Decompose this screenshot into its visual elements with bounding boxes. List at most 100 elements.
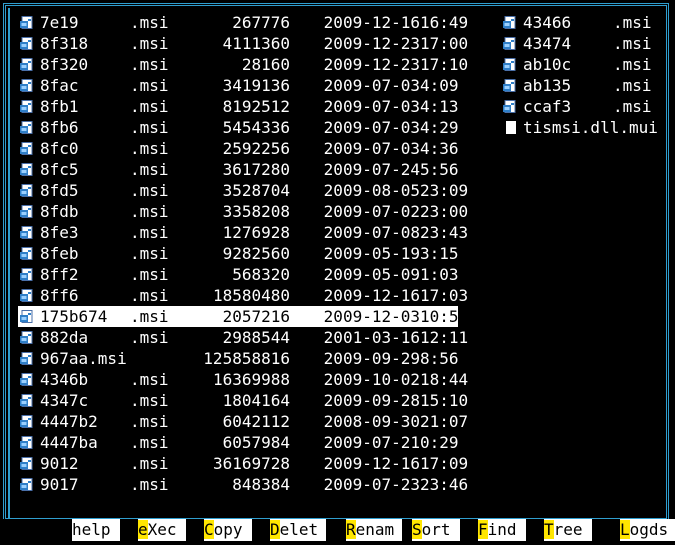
file-row[interactable]: ccaf3 .msi bbox=[501, 96, 675, 117]
file-row[interactable]: tismsi.dll.mui bbox=[501, 117, 675, 138]
file-time: 12:11 bbox=[420, 328, 469, 347]
msi-file-icon bbox=[503, 79, 516, 92]
fkey-renam-button[interactable]: Renam bbox=[346, 519, 402, 541]
file-size: 16369988 bbox=[212, 370, 290, 389]
file-row[interactable]: 4447b2 .msi 6042112 2008-09-30 21:07 bbox=[18, 411, 468, 432]
file-time: 10:56 bbox=[420, 307, 469, 326]
file-row[interactable]: 8f318 .msi 4111360 2009-12-23 17:00 bbox=[18, 33, 469, 54]
file-row[interactable]: 4447ba .msi 6057984 2009-07-21 0:29 bbox=[18, 432, 459, 453]
fkey-hotkey: D bbox=[270, 520, 280, 539]
file-row[interactable]: 8fc5 .msi 3617280 2009-07-24 5:56 bbox=[18, 159, 459, 180]
file-row[interactable]: 9017 .msi 848384 2009-07-23 23:46 bbox=[18, 474, 468, 495]
left-file-list[interactable]: 7e19 .msi 267776 2009-12-16 16:49 8f318 .msi 41… bbox=[18, 12, 469, 495]
file-name: 4346b bbox=[40, 370, 89, 389]
fkey-delet-button[interactable]: Delet bbox=[270, 519, 326, 541]
file-row[interactable]: 4347c .msi 1804164 2009-09-28 15:10 bbox=[18, 390, 468, 411]
file-time: 3:15 bbox=[420, 244, 459, 263]
file-name: 8fb6 bbox=[40, 118, 79, 137]
msi-file-icon bbox=[20, 436, 33, 449]
fkey-help-button[interactable]: help bbox=[72, 519, 120, 541]
file-time: 17:03 bbox=[420, 286, 469, 305]
file-date: 2009-12-16 bbox=[323, 454, 420, 473]
file-ext: .msi bbox=[130, 370, 169, 389]
file-date: 2009-12-03 bbox=[323, 307, 420, 326]
file-ext: .msi bbox=[130, 475, 169, 494]
file-name: ab10c bbox=[523, 55, 572, 74]
file-row[interactable]: 8f320 .msi 28160 2009-12-23 17:10 bbox=[18, 54, 468, 75]
file-date: 2009-12-16 bbox=[323, 286, 420, 305]
file-time: 23:00 bbox=[420, 202, 469, 221]
file-ext: .msi bbox=[130, 202, 169, 221]
right-file-list[interactable]: 43466 .msi 43474 .msi ab10c .msi ab135 .msi ccaf… bbox=[501, 12, 675, 138]
msi-file-icon bbox=[20, 58, 33, 71]
file-time: 1:03 bbox=[420, 265, 459, 284]
file-row[interactable]: 43474 .msi bbox=[501, 33, 675, 54]
file-row[interactable]: 8fb1 .msi 8192512 2009-07-03 4:13 bbox=[18, 96, 459, 117]
msi-file-icon bbox=[20, 373, 33, 386]
file-ext: .msi bbox=[130, 97, 169, 116]
file-row[interactable]: 43466 .msi bbox=[501, 12, 675, 33]
file-row[interactable]: ab135 .msi bbox=[501, 75, 675, 96]
file-row[interactable]: 8ff6 .msi 18580480 2009-12-16 17:03 bbox=[18, 285, 469, 306]
msi-file-icon bbox=[20, 268, 33, 281]
fkey-label: ort bbox=[421, 520, 451, 539]
file-date: 2009-07-03 bbox=[323, 118, 420, 137]
fkey-find-button[interactable]: Find bbox=[478, 519, 526, 541]
file-date: 2009-07-02 bbox=[323, 202, 420, 221]
file-row[interactable]: 882da .msi 2988544 2001-03-16 12:11 bbox=[18, 327, 469, 348]
fkey-label: opy bbox=[213, 520, 243, 539]
file-name: 8f318 bbox=[40, 34, 89, 53]
file-row[interactable]: 8fe3 .msi 1276928 2009-07-08 23:43 bbox=[18, 222, 468, 243]
file-size: 2592256 bbox=[222, 139, 290, 158]
file-name: 8fd5 bbox=[40, 181, 79, 200]
file-row[interactable]: 8fc0 .msi 2592256 2009-07-03 4:36 bbox=[18, 138, 459, 159]
file-row[interactable]: 8ff2 .msi 568320 2009-05-09 1:03 bbox=[18, 264, 459, 285]
fkey-exec-button[interactable]: eXec bbox=[138, 519, 186, 541]
msi-file-icon bbox=[20, 478, 33, 491]
fkey-hotkey: T bbox=[544, 520, 554, 539]
file-row[interactable]: 4346b .msi 16369988 2009-10-02 18:44 bbox=[18, 369, 469, 390]
file-date: 2009-07-03 bbox=[323, 97, 420, 116]
file-time: 17:00 bbox=[420, 34, 469, 53]
msi-file-icon bbox=[20, 394, 33, 407]
file-row-selected[interactable]: 175b674 .msi 2057216 2009-12-03 10:56 bbox=[18, 306, 469, 327]
msi-file-icon bbox=[20, 79, 33, 92]
file-size: 36169728 bbox=[212, 454, 290, 473]
file-date: 2009-09-29 bbox=[323, 349, 420, 368]
msi-file-icon bbox=[20, 247, 33, 260]
msi-file-icon bbox=[20, 415, 33, 428]
file-date: 2009-12-16 bbox=[323, 13, 420, 32]
fkey-tree-button[interactable]: Tree bbox=[544, 519, 592, 541]
fkey-sort-button[interactable]: Sort bbox=[412, 519, 460, 541]
file-date: 2009-05-09 bbox=[323, 265, 420, 284]
msi-file-icon bbox=[503, 16, 516, 29]
file-name: 882da bbox=[40, 328, 89, 347]
fkey-label: help bbox=[72, 520, 111, 539]
file-size: 5454336 bbox=[222, 118, 290, 137]
file-size: 6042112 bbox=[222, 412, 290, 431]
file-ext: .msi bbox=[613, 13, 652, 32]
msi-file-icon bbox=[20, 226, 33, 239]
file-ext: .msi bbox=[130, 55, 169, 74]
file-size: 18580480 bbox=[212, 286, 290, 305]
file-row[interactable]: 8fdb .msi 3358208 2009-07-02 23:00 bbox=[18, 201, 469, 222]
file-size: 3617280 bbox=[222, 160, 290, 179]
file-name: 4447b2 bbox=[40, 412, 98, 431]
fkey-label: ree bbox=[553, 520, 583, 539]
file-row[interactable]: 8fac .msi 3419136 2009-07-03 4:09 bbox=[18, 75, 459, 96]
file-time: 0:29 bbox=[420, 433, 459, 452]
file-date: 2009-07-03 bbox=[323, 76, 420, 95]
fkey-copy-button[interactable]: Copy bbox=[204, 519, 252, 541]
msi-file-icon bbox=[503, 58, 516, 71]
file-row[interactable]: ab10c .msi bbox=[501, 54, 675, 75]
file-row[interactable]: 8feb .msi 9282560 2009-05-19 3:15 bbox=[18, 243, 459, 264]
file-row[interactable]: 7e19 .msi 267776 2009-12-16 16:49 bbox=[18, 12, 468, 33]
function-key-bar: help eXec Copy Delet Renam Sort Find Tree Logds bbox=[0, 519, 675, 541]
file-time: 18:44 bbox=[420, 370, 469, 389]
file-row[interactable]: 967aa.msi 125858816 2009-09-29 8:56 bbox=[18, 348, 459, 369]
file-name: tismsi.dll.mui bbox=[523, 118, 658, 137]
file-row[interactable]: 9012 .msi 36169728 2009-12-16 17:09 bbox=[18, 453, 468, 474]
file-row[interactable]: 8fb6 .msi 5454336 2009-07-03 4:29 bbox=[18, 117, 459, 138]
file-row[interactable]: 8fd5 .msi 3528704 2009-08-05 23:09 bbox=[18, 180, 468, 201]
fkey-logds-button[interactable]: Logds bbox=[620, 519, 675, 541]
